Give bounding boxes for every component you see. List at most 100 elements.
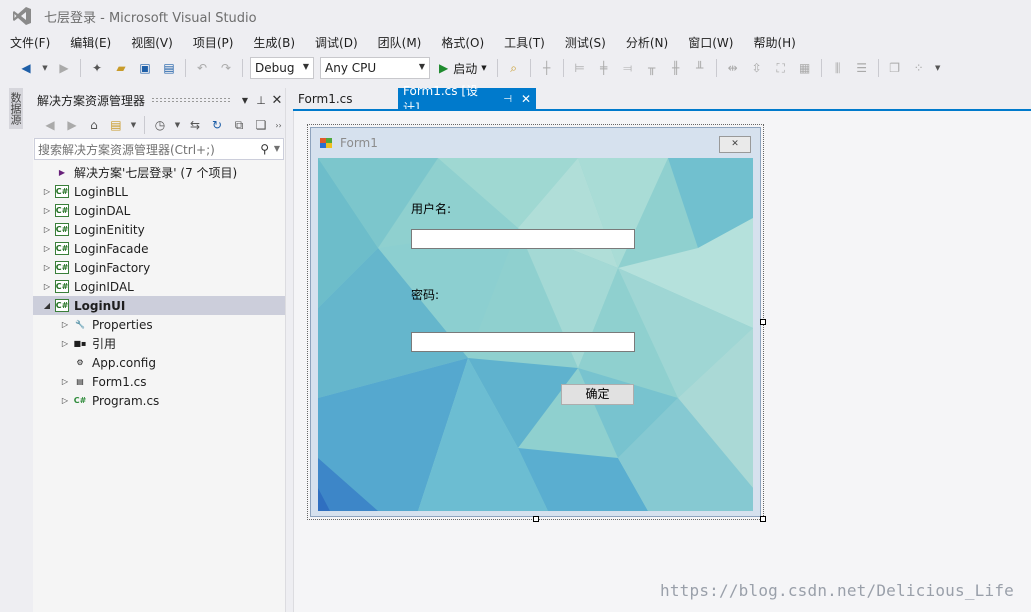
toolbar-overflow-icon[interactable]: ▼ xyxy=(934,59,942,77)
sync-icon[interactable]: ⇆ xyxy=(187,116,203,134)
menu-item-12[interactable]: 帮助(H) xyxy=(747,34,801,51)
pending-changes-filter-icon[interactable]: ◷ xyxy=(152,116,168,134)
tree-item[interactable]: ▷ C# LoginBLL xyxy=(33,182,285,201)
username-label: 用户名: xyxy=(411,202,452,216)
solution-explorer-search[interactable]: 搜索解决方案资源管理器(Ctrl+;) ⚲ ▼ xyxy=(34,138,284,160)
menu-item-6[interactable]: 团队(M) xyxy=(372,34,428,51)
start-button[interactable]: ▶ 启动 ▼ xyxy=(439,60,487,77)
save-icon[interactable]: ▣ xyxy=(136,59,154,77)
ok-button[interactable]: 确定 xyxy=(561,384,634,405)
password-input[interactable] xyxy=(411,332,635,352)
tree-item[interactable]: ▶ 解决方案'七层登录' (7 个项目) xyxy=(33,163,285,182)
undo-icon[interactable]: ↶ xyxy=(193,59,211,77)
search-input[interactable]: 搜索解决方案资源管理器(Ctrl+;) xyxy=(38,141,215,158)
tab-form1-designer[interactable]: Form1.cs [设计] ⊣ ✕ xyxy=(398,84,536,115)
expand-arrow-icon[interactable]: ▷ xyxy=(59,396,71,405)
tree-item[interactable]: ▷ C# LoginEnitity xyxy=(33,220,285,239)
close-icon[interactable]: ✕ xyxy=(269,93,285,108)
data-sources-tab[interactable]: 数据源 xyxy=(9,88,23,129)
tree-item[interactable]: ▷ C# LoginFactory xyxy=(33,258,285,277)
menu-item-10[interactable]: 分析(N) xyxy=(620,34,674,51)
menu-item-2[interactable]: 视图(V) xyxy=(125,34,179,51)
properties-overflow-icon[interactable]: ›› xyxy=(275,116,282,134)
forward-icon[interactable]: ▶ xyxy=(55,59,73,77)
tree-item[interactable]: ▷ ■▪ 引用 xyxy=(33,334,285,353)
menu-item-3[interactable]: 项目(P) xyxy=(187,34,240,51)
new-project-icon[interactable]: ✦ xyxy=(88,59,106,77)
dropdown-arrow-icon[interactable]: ▼ xyxy=(130,116,137,134)
form1-title: Form1 xyxy=(340,136,378,150)
switch-views-icon[interactable]: ▤ xyxy=(108,116,124,134)
expand-arrow-icon[interactable]: ▷ xyxy=(59,320,71,329)
menu-item-0[interactable]: 文件(F) xyxy=(4,34,56,51)
tab-form1-code[interactable]: Form1.cs xyxy=(293,88,358,110)
menu-item-9[interactable]: 测试(S) xyxy=(559,34,612,51)
menu-item-1[interactable]: 编辑(E) xyxy=(64,34,117,51)
back-icon[interactable]: ◀ xyxy=(42,116,58,134)
home-icon[interactable]: ⌂ xyxy=(86,116,102,134)
tree-item[interactable]: ⚙ App.config xyxy=(33,353,285,372)
expand-arrow-icon[interactable]: ▷ xyxy=(41,187,53,196)
menu-item-11[interactable]: 窗口(W) xyxy=(682,34,739,51)
form-app-icon xyxy=(320,137,334,149)
open-folder-icon[interactable]: ▰ xyxy=(112,59,130,77)
tree-item[interactable]: ▷ C# LoginIDAL xyxy=(33,277,285,296)
align-lefts-icon: ⊨ xyxy=(574,61,585,75)
expand-arrow-icon[interactable]: ▷ xyxy=(59,377,71,386)
expand-arrow-icon[interactable]: ▷ xyxy=(41,206,53,215)
form-close-button[interactable]: ✕ xyxy=(719,136,751,153)
solution-explorer-toolbar: ◀ ▶ ⌂ ▤ ▼ ◷ ▼ ⇆ ↻ ⧉ ❏ ›› xyxy=(33,112,285,138)
forward-icon[interactable]: ▶ xyxy=(64,116,80,134)
username-input[interactable] xyxy=(411,229,635,249)
expand-arrow-icon[interactable]: ▷ xyxy=(41,282,53,291)
resize-handle-right[interactable] xyxy=(760,319,766,325)
redo-icon[interactable]: ↷ xyxy=(217,59,235,77)
collapse-arrow-icon[interactable]: ◢ xyxy=(41,301,53,310)
chevron-down-icon: ▼ xyxy=(481,64,487,72)
tree-item-label: LoginUI xyxy=(74,298,126,313)
close-icon[interactable]: ✕ xyxy=(521,92,531,106)
menu-item-4[interactable]: 生成(B) xyxy=(247,34,301,51)
menu-item-8[interactable]: 工具(T) xyxy=(498,34,551,51)
back-icon[interactable]: ◀ xyxy=(17,59,35,77)
expand-arrow-icon[interactable]: ▷ xyxy=(41,225,53,234)
show-all-files-icon[interactable]: ❏ xyxy=(253,116,269,134)
dropdown-arrow-icon[interactable]: ▼ xyxy=(174,116,181,134)
tree-item-label: Properties xyxy=(92,317,153,332)
tree-item-label: Program.cs xyxy=(92,393,160,408)
resize-handle-bottom-right[interactable] xyxy=(760,516,766,522)
tree-item[interactable]: ▷ C# Program.cs xyxy=(33,391,285,410)
align-rights-icon: ⫤ xyxy=(623,60,633,75)
menu-item-5[interactable]: 调试(D) xyxy=(309,34,364,51)
csharp-project-icon: C# xyxy=(55,242,69,255)
tree-item[interactable]: ▷ ▤ Form1.cs xyxy=(33,372,285,391)
tree-item-label: LoginFactory xyxy=(74,260,151,275)
form1-window[interactable]: Form1 ✕ 用户名: 密码: 确定 xyxy=(310,127,761,517)
search-icon[interactable]: ⚲ xyxy=(260,142,269,156)
document-tabs: Form1.cs Form1.cs [设计] ⊣ ✕ xyxy=(293,84,1031,115)
tree-item[interactable]: ▷ 🔧 Properties xyxy=(33,315,285,334)
refresh-icon[interactable]: ↻ xyxy=(209,116,225,134)
platform-select[interactable]: Any CPU ▼ xyxy=(320,57,430,79)
tree-item[interactable]: ▷ C# LoginFacade xyxy=(33,239,285,258)
chevron-down-icon[interactable]: ▼ xyxy=(274,144,280,153)
csharp-project-icon: C# xyxy=(55,223,69,236)
resize-handle-bottom[interactable] xyxy=(533,516,539,522)
expand-arrow-icon[interactable]: ▷ xyxy=(41,263,53,272)
configuration-select[interactable]: Debug ▼ xyxy=(250,57,314,79)
dropdown-arrow-icon[interactable]: ▼ xyxy=(41,59,49,77)
tree-item[interactable]: ▷ C# LoginDAL xyxy=(33,201,285,220)
save-all-icon[interactable]: ▤ xyxy=(160,59,178,77)
tree-item[interactable]: ◢ C# LoginUI xyxy=(33,296,285,315)
align-to-grid-icon: ┼ xyxy=(543,61,551,75)
find-icon[interactable]: ⌕ xyxy=(505,59,523,77)
chevron-down-icon[interactable]: ▼ xyxy=(237,96,253,105)
expand-arrow-icon[interactable]: ▷ xyxy=(41,244,53,253)
expand-arrow-icon[interactable]: ▷ xyxy=(59,339,71,348)
play-icon: ▶ xyxy=(439,61,449,75)
pin-icon[interactable]: ⊣ xyxy=(503,94,512,105)
collapse-all-icon[interactable]: ⧉ xyxy=(231,116,247,134)
drag-handle[interactable] xyxy=(151,97,231,103)
menu-item-7[interactable]: 格式(O) xyxy=(435,34,490,51)
pin-icon[interactable]: ⊥ xyxy=(253,94,269,107)
